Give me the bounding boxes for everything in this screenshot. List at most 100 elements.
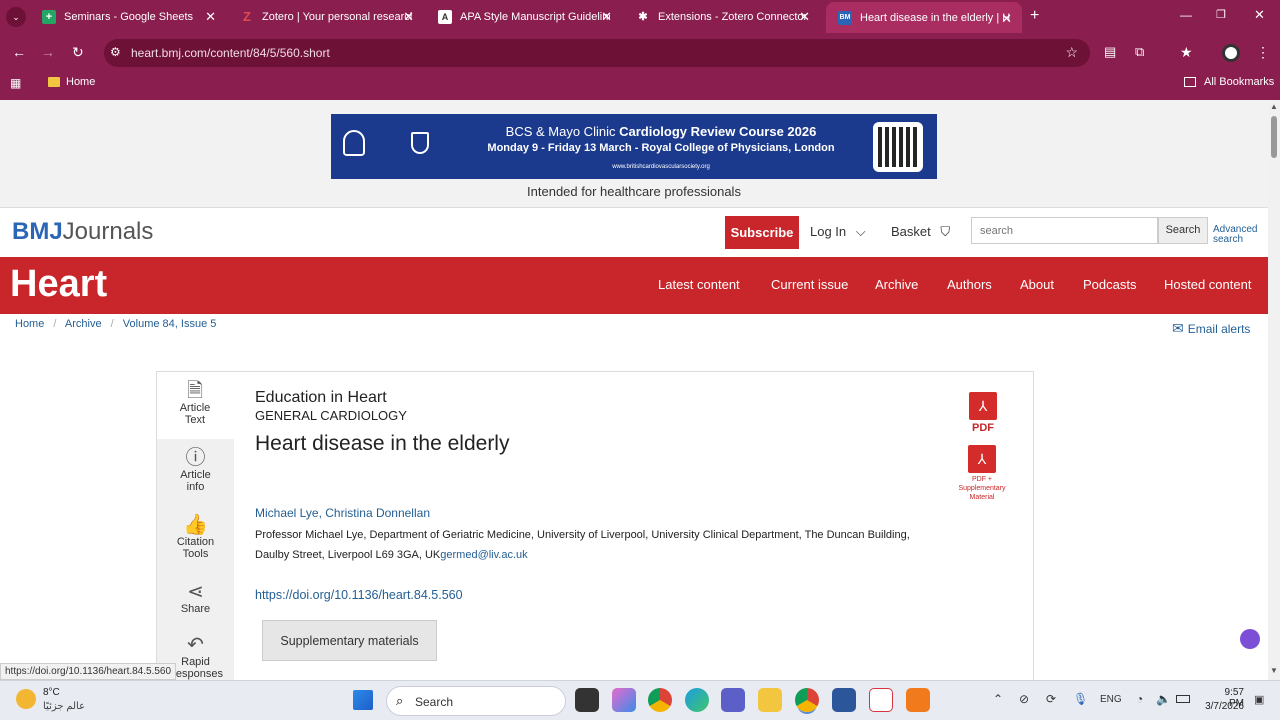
apps-icon[interactable]: ▦: [10, 76, 21, 90]
reading-icon[interactable]: ▤: [1104, 44, 1116, 60]
close-icon[interactable]: ✕: [403, 9, 414, 25]
email-alerts-link[interactable]: ✉ Email alerts: [1172, 320, 1250, 337]
microphone-icon[interactable]: 🎙: [1073, 692, 1088, 706]
extensions-icon[interactable]: ⧉: [1135, 44, 1144, 60]
nav-current-issue[interactable]: Current issue: [771, 277, 848, 292]
email-link[interactable]: germed@liv.ac.uk: [440, 549, 527, 561]
site-info-icon[interactable]: ⚙: [110, 45, 121, 59]
browser-chrome: ⌄ + Seminars - Google Sheets ✕ Z Zotero …: [0, 0, 1280, 100]
chrome-profile-icon[interactable]: [795, 688, 819, 712]
basket-link[interactable]: Basket ⛉: [891, 224, 950, 240]
tab-search-button[interactable]: ⌄: [6, 7, 26, 27]
edge-icon[interactable]: [685, 688, 709, 712]
scrollbar[interactable]: ▲ ▼: [1268, 100, 1280, 688]
bookmark-home[interactable]: Home: [48, 76, 95, 88]
teams-icon[interactable]: [721, 688, 745, 712]
tab-zotero[interactable]: Z Zotero | Your personal research ✕: [228, 0, 424, 33]
close-window-icon[interactable]: ✕: [1254, 7, 1265, 23]
nav-archive[interactable]: Archive: [875, 277, 918, 292]
tab-extensions[interactable]: ✱ Extensions - Zotero Connector ✕: [624, 0, 820, 33]
scroll-up-icon[interactable]: ▲: [1270, 102, 1278, 111]
sidenav-label: Tools: [182, 548, 209, 560]
tab-label: APA Style Manuscript Guideline: [460, 10, 610, 23]
ad-banner[interactable]: BCS & Mayo Clinic Cardiology Review Cour…: [331, 114, 937, 179]
notification-icon[interactable]: ▣: [1254, 693, 1264, 706]
copilot-icon[interactable]: [612, 688, 636, 712]
nav-podcasts[interactable]: Podcasts: [1083, 277, 1136, 292]
basket-label: Basket: [891, 224, 931, 239]
close-icon[interactable]: ✕: [799, 9, 810, 25]
breadcrumb-archive[interactable]: Archive: [65, 318, 102, 330]
journal-logo[interactable]: Heart: [10, 263, 107, 306]
chrome-icon[interactable]: [648, 688, 672, 712]
bookmarks-star-icon[interactable]: ★: [1180, 44, 1193, 61]
tab-heart-disease[interactable]: BM Heart disease in the elderly | He ✕: [826, 2, 1022, 33]
back-icon[interactable]: ←: [12, 44, 26, 60]
new-tab-button[interactable]: +: [1030, 7, 1039, 25]
article-title: Heart disease in the elderly: [255, 432, 510, 455]
scroll-thumb[interactable]: [1271, 116, 1277, 158]
minimize-icon[interactable]: —: [1180, 8, 1192, 22]
star-icon[interactable]: ☆: [1065, 44, 1078, 61]
breadcrumb-home[interactable]: Home: [15, 318, 44, 330]
avatar[interactable]: [1222, 44, 1240, 62]
doi-link[interactable]: https://doi.org/10.1136/heart.84.5.560: [255, 588, 463, 602]
file-explorer-icon[interactable]: [758, 688, 782, 712]
advanced-label-2: search: [1213, 234, 1244, 245]
nav-about[interactable]: About: [1020, 277, 1054, 292]
url-text[interactable]: heart.bmj.com/content/84/5/560.short: [131, 46, 330, 60]
pdf-supplementary-link[interactable]: ⅄ PDF + Supplementary Material: [947, 445, 1017, 502]
sidenav-share[interactable]: ⋖ Share: [157, 581, 234, 615]
scroll-down-icon[interactable]: ▼: [1270, 666, 1278, 675]
tab-google-sheets[interactable]: + Seminars - Google Sheets ✕: [30, 0, 226, 33]
login-menu[interactable]: Log In ⌵: [810, 224, 866, 240]
subscribe-button[interactable]: Subscribe: [725, 216, 799, 249]
author-link[interactable]: Christina Donnellan: [325, 506, 430, 520]
nav-authors[interactable]: Authors: [947, 277, 992, 292]
search-button[interactable]: Search: [1158, 217, 1208, 244]
pdf-link[interactable]: ⅄ PDF: [965, 392, 1001, 434]
tray-chevron-icon[interactable]: ⌃: [993, 692, 1003, 706]
sidenav-article-text[interactable]: 🗎 Article Text: [157, 372, 234, 439]
volume-icon[interactable]: 🔈: [1156, 692, 1171, 706]
chevron-down-icon: ⌵: [855, 224, 866, 239]
nav-latest-content[interactable]: Latest content: [658, 277, 740, 292]
start-icon[interactable]: [353, 690, 373, 710]
address-bar[interactable]: ⚙ heart.bmj.com/content/84/5/560.short ☆: [104, 39, 1090, 67]
network-icon[interactable]: ⊘: [1019, 692, 1029, 706]
assistant-icon[interactable]: [1240, 629, 1260, 649]
breadcrumb-issue[interactable]: Volume 84, Issue 5: [123, 318, 217, 330]
info-icon: ⓘ: [185, 447, 206, 469]
menu-icon[interactable]: ⋮: [1256, 44, 1270, 61]
clock-date[interactable]: 3/7/2026: [1198, 701, 1244, 712]
word-icon[interactable]: [832, 688, 856, 712]
close-icon[interactable]: ✕: [601, 9, 612, 25]
image-app-icon[interactable]: [906, 688, 930, 712]
affiliation-text: Daulby Street, Liverpool L69 3GA, UK: [255, 549, 441, 561]
nav-hosted-content[interactable]: Hosted content: [1164, 277, 1251, 292]
sidenav-article-info[interactable]: ⓘ Article info: [157, 447, 234, 493]
bmj-journals-logo[interactable]: BMJJournals: [12, 218, 153, 246]
search-input[interactable]: [971, 217, 1158, 244]
taskbar-search[interactable]: ⌕ Search: [386, 686, 566, 716]
search-icon: ⌕: [396, 693, 404, 708]
sidenav-citation-tools[interactable]: 👍 Citation Tools: [157, 514, 234, 560]
battery-icon[interactable]: [1176, 695, 1190, 703]
weather-icon[interactable]: [16, 689, 36, 709]
sync-icon[interactable]: ⟳: [1046, 692, 1056, 706]
close-icon[interactable]: ✕: [205, 9, 216, 25]
maximize-icon[interactable]: ❐: [1216, 8, 1226, 21]
wifi-icon[interactable]: ◔: [1136, 692, 1143, 706]
zotero-app-icon[interactable]: [869, 688, 893, 712]
tab-apa-style[interactable]: A APA Style Manuscript Guideline ✕: [426, 0, 622, 33]
advanced-search-link[interactable]: Advanced search: [1213, 225, 1257, 245]
language-indicator[interactable]: ENG: [1100, 694, 1122, 705]
reload-icon[interactable]: ↻: [72, 44, 84, 61]
task-view-icon[interactable]: [575, 688, 599, 712]
all-bookmarks[interactable]: All Bookmarks: [1184, 76, 1274, 88]
breadcrumb-separator: /: [110, 318, 114, 330]
forward-icon[interactable]: →: [41, 44, 55, 60]
close-icon[interactable]: ✕: [1001, 11, 1012, 27]
supplementary-button[interactable]: Supplementary materials: [262, 620, 437, 661]
author-link[interactable]: Michael Lye: [255, 506, 319, 520]
